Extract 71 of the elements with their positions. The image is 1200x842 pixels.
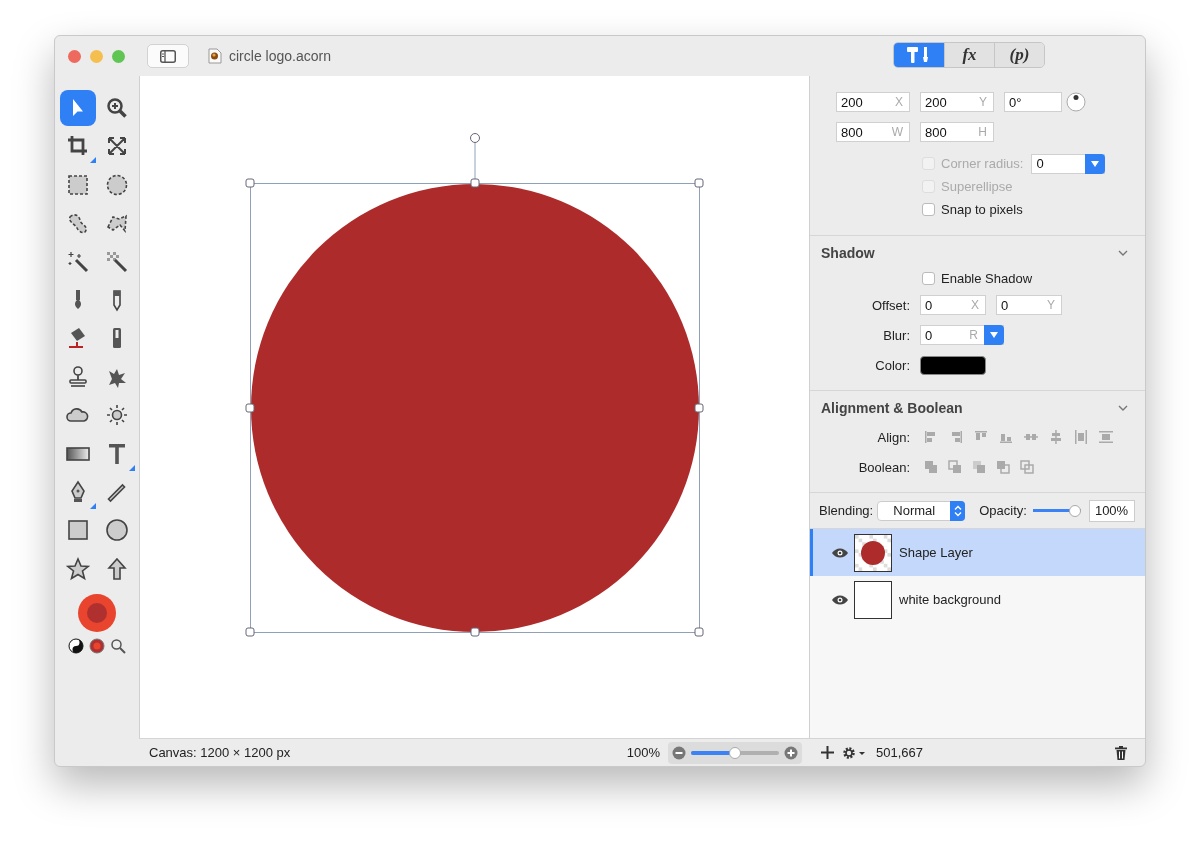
arrow-icon <box>104 556 129 581</box>
star-icon <box>65 556 90 581</box>
checkbox[interactable] <box>922 272 935 285</box>
sidebar-toggle-button[interactable] <box>147 44 189 68</box>
zoom-icon <box>104 96 129 120</box>
number-field[interactable]: 800 H <box>920 122 994 142</box>
color-well-icon[interactable] <box>77 592 117 633</box>
opacity-label: Opacity: <box>979 503 1027 518</box>
number-field[interactable]: 0 X <box>920 295 986 315</box>
field-label: Color: <box>874 357 910 373</box>
ellipse-select-icon <box>104 172 129 197</box>
number-field[interactable]: 0 Y <box>996 295 1062 315</box>
opacity-slider[interactable] <box>1032 504 1081 517</box>
blend-mode-popup[interactable]: Normal <box>877 500 966 521</box>
window-title: circle logo.acorn <box>229 48 331 64</box>
caret-icon <box>1091 160 1100 167</box>
layer-row[interactable]: Shape Layer <box>810 529 1145 576</box>
number-field[interactable]: 800 W <box>836 122 910 142</box>
layer-row[interactable]: white background <box>810 576 1145 623</box>
sidebar-icon <box>160 49 176 63</box>
corner-radius-combo[interactable]: 0 <box>1031 153 1106 174</box>
document-icon <box>208 48 222 64</box>
number-field[interactable]: 200 X <box>836 92 910 112</box>
color-swatch[interactable] <box>920 355 986 375</box>
zoom-percentage: 100% <box>626 745 660 760</box>
checkbox[interactable] <box>922 203 935 216</box>
inspector-tab[interactable] <box>894 43 944 67</box>
checkbox-label: Enable Shadow <box>941 271 1033 286</box>
eye-icon[interactable] <box>831 546 849 559</box>
checkbox-label: Superellipse <box>941 179 1013 194</box>
add-icon[interactable] <box>821 746 834 759</box>
eye-icon[interactable] <box>831 593 849 606</box>
sun-icon <box>104 403 129 428</box>
number-field[interactable]: 200 Y <box>920 92 994 112</box>
trash-icon[interactable] <box>1115 745 1127 760</box>
small-color-well-icon[interactable] <box>89 637 105 654</box>
circle-icon <box>104 518 129 543</box>
section-title: Shadow <box>821 244 875 261</box>
section-title: Alignment & Boolean <box>821 399 963 416</box>
up-down-caret-icon <box>953 504 962 517</box>
layer-size-count: 501,667 <box>876 745 923 760</box>
blur-combo[interactable]: 0 R <box>920 325 1004 345</box>
inspector-tab[interactable]: (p) <box>994 43 1044 67</box>
zoom-out-icon[interactable] <box>672 745 686 760</box>
field-label: Blur: <box>882 327 910 343</box>
checkbox-label: Snap to pixels <box>941 202 1023 217</box>
canvas-size-label: Canvas: 1200 × 1200 px <box>149 745 291 760</box>
layer-name: white background <box>899 592 1001 607</box>
field-label: Boolean: <box>857 459 910 475</box>
submenu-indicator-icon <box>89 157 96 164</box>
checker-wand-icon <box>104 249 129 274</box>
magnifier-icon[interactable] <box>110 637 126 654</box>
rotation-dial-icon[interactable] <box>1066 92 1086 112</box>
tool-button[interactable] <box>59 90 96 126</box>
square-icon <box>65 518 90 543</box>
opacity-field[interactable]: 100% <box>1088 499 1135 522</box>
rect-select-icon <box>65 172 90 197</box>
close-button[interactable] <box>68 49 81 63</box>
layer-name: Shape Layer <box>899 545 973 560</box>
submenu-indicator-icon <box>89 502 96 509</box>
gear-icon[interactable] <box>842 744 866 761</box>
yin-yang-icon[interactable] <box>68 637 84 654</box>
eraser-icon <box>110 326 123 351</box>
blending-label: Blending: <box>819 503 874 518</box>
field-label: Align: <box>876 429 910 445</box>
zoom-in-icon[interactable] <box>784 745 798 760</box>
number-field[interactable]: 0° <box>1004 92 1062 112</box>
field-label: Offset: <box>870 297 910 313</box>
caret-icon <box>990 332 998 338</box>
pencil-icon <box>110 287 123 312</box>
checkbox-label: Corner radius: <box>941 156 1024 171</box>
